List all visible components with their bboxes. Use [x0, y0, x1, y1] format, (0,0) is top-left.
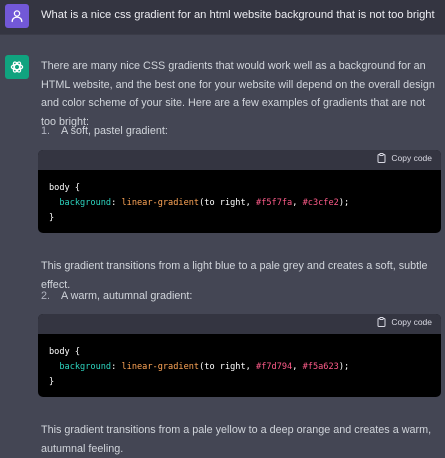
- list-item-2: 2. A warm, autumnal gradient:: [41, 290, 192, 302]
- code-block-2: Copy code body { background: linear-grad…: [38, 314, 441, 397]
- user-avatar: [5, 4, 29, 28]
- openai-logo-icon: [10, 61, 24, 73]
- code-punct: );: [338, 198, 350, 208]
- copy-code-button[interactable]: Copy code: [377, 317, 432, 327]
- assistant-message-row: There are many nice CSS gradients that w…: [0, 34, 445, 455]
- assistant-intro-paragraph: There are many nice CSS gradients that w…: [41, 60, 435, 128]
- code-punct: :: [111, 198, 117, 208]
- list-number: 1.: [41, 125, 51, 137]
- code-line: }: [49, 213, 55, 223]
- copy-code-label: Copy code: [391, 153, 432, 163]
- user-message-text: What is a nice css gradient for an html …: [41, 9, 435, 21]
- list-number: 2.: [41, 290, 51, 302]
- code-punct: (to right,: [199, 362, 257, 372]
- code-punct: (to right,: [199, 198, 257, 208]
- css-property: background: [59, 362, 112, 372]
- code-block-1: Copy code body { background: linear-grad…: [38, 150, 441, 233]
- code-content: body { background: linear-gradient(to ri…: [38, 170, 441, 233]
- css-color-value: #f5f7fa: [256, 198, 293, 208]
- list-item-1: 1. A soft, pastel gradient:: [41, 125, 168, 137]
- list-item-title: A warm, autumnal gradient:: [61, 290, 193, 302]
- css-property: background: [59, 198, 112, 208]
- list-item-title: A soft, pastel gradient:: [61, 125, 168, 137]
- code-punct: :: [111, 362, 117, 372]
- clipboard-icon: [377, 153, 386, 163]
- code-block-header: Copy code: [38, 150, 441, 170]
- css-function: linear-gradient: [121, 362, 200, 372]
- description-2: This gradient transitions from a pale ye…: [41, 424, 432, 455]
- css-color-value: #c3cfe2: [302, 198, 339, 208]
- css-function: linear-gradient: [121, 198, 200, 208]
- code-punct: ,: [292, 362, 303, 372]
- css-color-value: #f7d794: [256, 362, 293, 372]
- description-1: This gradient transitions from a light b…: [41, 260, 428, 291]
- code-line: body {: [49, 347, 81, 357]
- code-punct: );: [338, 362, 350, 372]
- copy-code-label: Copy code: [391, 317, 432, 327]
- code-content: body { background: linear-gradient(to ri…: [38, 334, 441, 397]
- copy-code-button[interactable]: Copy code: [377, 153, 432, 163]
- code-block-header: Copy code: [38, 314, 441, 334]
- code-line: body {: [49, 183, 81, 193]
- user-message-row: What is a nice css gradient for an html …: [0, 0, 445, 34]
- assistant-avatar: [5, 55, 29, 79]
- css-color-value: #f5a623: [302, 362, 339, 372]
- code-punct: ,: [292, 198, 303, 208]
- code-line: }: [49, 377, 55, 387]
- user-icon: [11, 10, 23, 23]
- clipboard-icon: [377, 317, 386, 327]
